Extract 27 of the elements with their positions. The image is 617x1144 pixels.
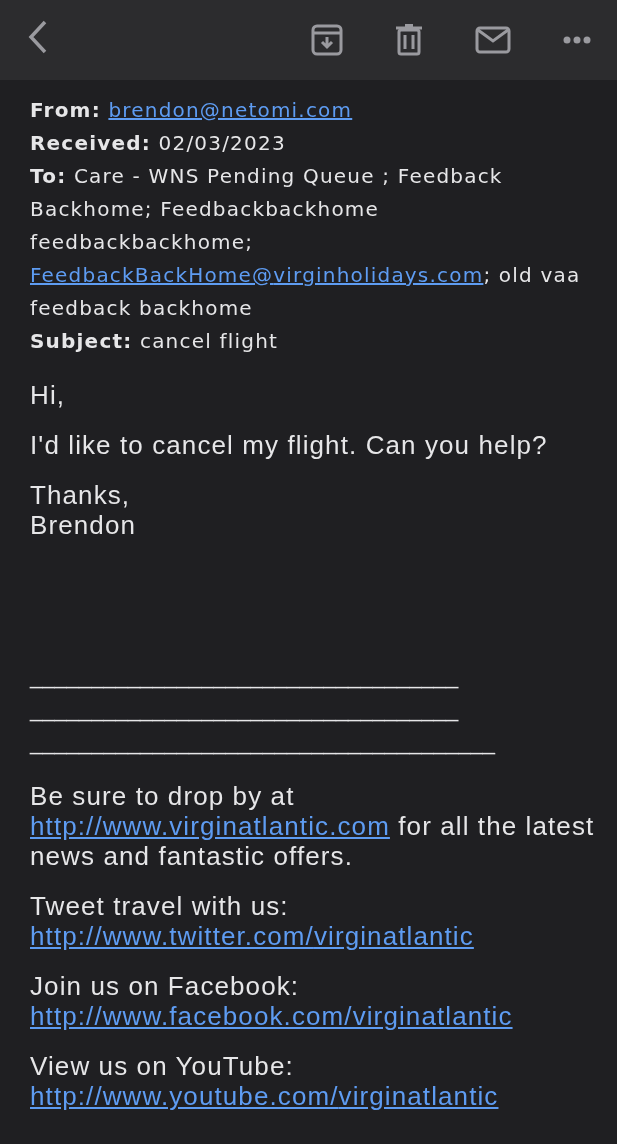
- web-link[interactable]: http://www.facebook.com/virginatlantic: [30, 1001, 513, 1031]
- web-link[interactable]: virginatlantic: [338, 1081, 499, 1111]
- web-link[interactable]: http://www.youtube.com/: [30, 1081, 339, 1111]
- web-link[interactable]: http://www.twitter.com/: [30, 921, 314, 951]
- archive-icon[interactable]: [311, 24, 343, 56]
- trash-icon[interactable]: [395, 24, 423, 56]
- web-link[interactable]: virginatlantic: [313, 921, 474, 951]
- signature-rule: ______________________________________: [30, 729, 495, 757]
- body-paragraph: View us on YouTube: http://www.youtube.com/virginatlantic: [30, 1051, 500, 1111]
- body-paragraph: I'd like to cancel my flight. Can you help?: [30, 430, 549, 460]
- mail-icon[interactable]: [475, 26, 511, 54]
- header-line: Subject: cancel flight: [30, 328, 280, 355]
- body-paragraph: Join us on Facebook: http://www.facebook.com/virginatlantic: [30, 971, 514, 1031]
- body-paragraph: Tweet travel with us: http://www.twitter.com/virginatlantic: [30, 891, 475, 951]
- more-icon[interactable]: [563, 36, 591, 44]
- signature-rule: ___________________________________: [30, 663, 459, 691]
- body-paragraph: Be sure to drop by at http://www.virginatlantic.com for all the latest news and fantastic offers.: [30, 781, 596, 871]
- back-icon[interactable]: [28, 20, 48, 54]
- email-link[interactable]: brendon@netomi.com: [108, 98, 353, 122]
- header-line: From: brendon@netomi.com: [30, 97, 354, 124]
- body-paragraph: Hi,: [30, 380, 67, 410]
- web-link[interactable]: http://www.virginatlantic.com: [30, 811, 390, 841]
- email-link[interactable]: FeedbackBackHome@: [30, 263, 274, 287]
- email-link[interactable]: virginholidays.com: [273, 263, 484, 287]
- body-paragraph: Thanks, Brendon: [30, 480, 137, 540]
- header-line: Received: 02/03/2023: [30, 130, 287, 157]
- signature-rule: ___________________________________: [30, 696, 459, 724]
